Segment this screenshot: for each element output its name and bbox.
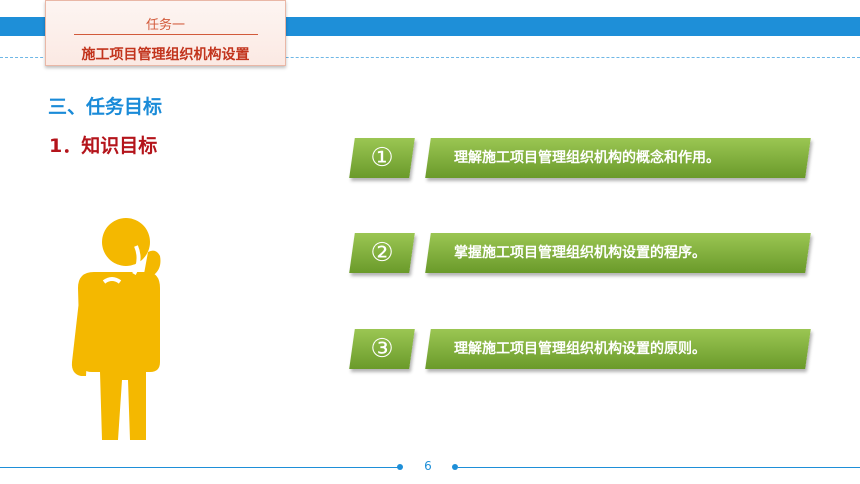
task-title: 施工项目管理组织机构设置 (81, 47, 250, 63)
objective-item-2: ② 掌握施工项目管理组织机构设置的程序。 (349, 233, 812, 273)
sub-heading: 1．知识目标 (49, 135, 158, 157)
objective-number-badge: ② (349, 233, 415, 273)
footer-dot-left (397, 464, 403, 470)
objective-text-box: 掌握施工项目管理组织机构设置的程序。 (425, 233, 811, 273)
objective-item-3: ③ 理解施工项目管理组织机构设置的原则。 (349, 329, 812, 369)
thinking-person-icon (71, 218, 161, 440)
task-label: 任务一 (145, 18, 185, 33)
footer-line-left (0, 467, 398, 468)
page-number: 6 (424, 459, 432, 473)
footer-line-right (458, 467, 860, 468)
objective-text-box: 理解施工项目管理组织机构的概念和作用。 (425, 138, 811, 178)
task-divider (74, 34, 258, 35)
objective-number-badge: ① (349, 138, 415, 178)
section-heading: 三、任务目标 (48, 96, 163, 118)
task-header-box: 任务一 施工项目管理组织机构设置 (45, 0, 286, 66)
objective-text-box: 理解施工项目管理组织机构设置的原则。 (425, 329, 811, 369)
objective-number-badge: ③ (349, 329, 415, 369)
objective-item-1: ① 理解施工项目管理组织机构的概念和作用。 (349, 138, 812, 178)
